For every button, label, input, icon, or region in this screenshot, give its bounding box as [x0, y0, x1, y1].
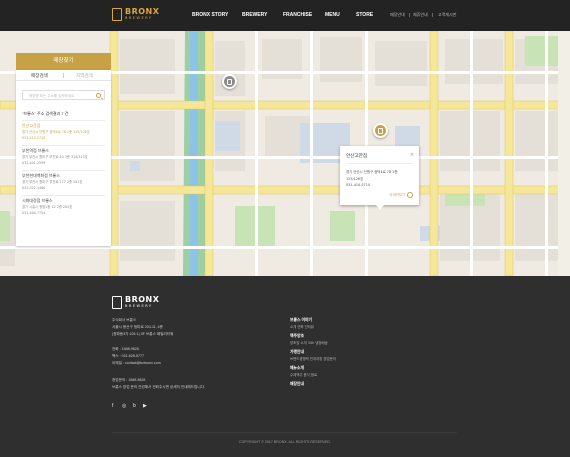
store-result-phone: 032-401-2599: [22, 161, 46, 166]
footer-logo-text: BRONX: [125, 295, 160, 305]
footer-menu-head[interactable]: 매장안내: [290, 382, 304, 387]
infowindow-more-link[interactable]: 자세히보기: [389, 192, 413, 198]
store-result-item[interactable]: 부천역점 브롱스 경기 부천시 원미구 부천로 40 3층 314/315호 0…: [22, 148, 106, 167]
tab-store-search[interactable]: 매장검색: [31, 73, 48, 79]
footer-address: 서울시 용산구 청파로 204-11, 4층: [112, 325, 163, 329]
footer-menu-sub[interactable]: 브랜드경쟁력 전개과정 창업문의: [290, 356, 336, 361]
store-result-phone: 031-404-7754: [22, 211, 46, 216]
footer-company: 주식회사 브롱스: [112, 318, 137, 322]
facebook-icon[interactable]: f: [112, 403, 113, 409]
logo-mark-icon: [112, 296, 122, 309]
infowindow-address: 경기 안산시 단원구 광덕4로 78 1층: [346, 170, 398, 174]
footer-menu-head[interactable]: 브롱스 이야기: [290, 318, 312, 323]
footer-address-2: (청파동3가 105-1) 5F 브롱스 패밀리타워: [112, 332, 174, 336]
store-result-phone: 031-414-5710: [22, 136, 46, 141]
result-divider: [22, 120, 105, 121]
search-tabs: 매장검색 지역검색: [16, 70, 111, 81]
panel-body: 매장검색 지역검색 매장명 또는 주소를 입력하세요 "브롱스" 주소 검색결과…: [16, 70, 111, 246]
store-marker-icon: [227, 78, 232, 85]
footer-logo[interactable]: BRONX BREWERY: [112, 296, 159, 309]
tab-region-search[interactable]: 지역검색: [76, 73, 93, 79]
search-icon[interactable]: [96, 93, 101, 98]
footer-email[interactable]: 이메일 : contact@bzbronx.com: [112, 361, 161, 366]
infowindow-more-label: 자세히보기: [389, 193, 405, 197]
infowindow-divider: [346, 163, 413, 164]
footer-tel: 전화 : 1588-9828: [112, 347, 139, 351]
util-divider: [409, 13, 410, 17]
utility-nav: 매장안내 제휴안내 고객게시판: [0, 12, 570, 20]
footer-menu-head[interactable]: 메뉴소개: [290, 366, 304, 371]
store-result-phone: 032-322-1460: [22, 186, 46, 191]
footer-fax: 팩스 : 031-628-5777: [112, 354, 144, 358]
instagram-icon[interactable]: ◎: [122, 403, 126, 409]
site-footer: BRONX BREWERY 주식회사 브롱스 서울시 용산구 청파로 204-1…: [0, 276, 570, 457]
result-divider: [22, 195, 105, 196]
util-store-info[interactable]: 매장안내: [390, 12, 405, 18]
footer-divider: [112, 432, 457, 433]
store-marker-active[interactable]: [373, 123, 388, 138]
blog-icon[interactable]: b: [133, 403, 136, 409]
footer-menu-sub[interactable]: 양조장 소개 34h 냉장배송: [290, 340, 328, 345]
store-marker[interactable]: [222, 74, 237, 89]
search-input[interactable]: 매장명 또는 주소를 입력하세요: [22, 90, 105, 100]
panel-title: 매장찾기: [16, 53, 111, 70]
result-divider: [22, 170, 105, 171]
arrow-right-icon: [407, 192, 413, 198]
footer-menu-sub[interactable]: 소개 연혁 인터뷰: [290, 324, 314, 329]
store-result-item[interactable]: 시화대정점 브롱스 경기 시흥시 정왕2동 12 2층 203호 031-404…: [22, 198, 106, 217]
store-result-item[interactable]: 안산고잔점 경기 안산시 단원구 광덕4로 78 1층 125/126호 031…: [22, 123, 106, 142]
infowindow-address-2: 125/126호: [346, 177, 364, 181]
store-search-panel: 매장찾기 매장검색 지역검색 매장명 또는 주소를 입력하세요 "브롱스" 주소…: [16, 53, 111, 246]
store-marker-icon: [378, 127, 383, 134]
result-count: "브롱스" 주소 검색결과 7 건: [22, 111, 69, 116]
tab-divider: [63, 73, 64, 78]
util-board[interactable]: 고객게시판: [438, 12, 456, 18]
store-result-item[interactable]: 부천현대백화점 브롱스 경기 부천시 원미구 부천로 177 2층 201호 0…: [22, 173, 106, 192]
result-divider: [22, 145, 105, 146]
search-placeholder: 매장명 또는 주소를 입력하세요: [29, 93, 75, 98]
infowindow-phone: 031-414-5710: [346, 183, 371, 187]
top-header: BRONX BREWERY BRONX STORY BREWERY FRANCH…: [0, 0, 570, 31]
copyright: COPYRIGHT © 2017 BRONX. ALL RIGHTS RESER…: [238, 440, 332, 444]
infowindow-close-icon[interactable]: ×: [410, 152, 414, 158]
store-infowindow: 안산고잔점 × 경기 안산시 단원구 광덕4로 78 1층 125/126호 0…: [340, 146, 419, 210]
util-partnership[interactable]: 제휴안내: [413, 12, 428, 18]
footer-menu-head[interactable]: 맥주양조: [290, 334, 304, 339]
footer-menu-head[interactable]: 가맹안내: [290, 350, 304, 355]
youtube-icon[interactable]: ▶: [143, 403, 147, 409]
footer-consult-desc: 브롱스 창업 문의 관련해서 전화주시면 상세히 안내해드립니다.: [112, 385, 205, 389]
infowindow-title: 안산고잔점: [346, 153, 368, 158]
footer-consult: 창업문의 : 1588-9828: [112, 378, 146, 382]
util-divider: [432, 13, 433, 17]
footer-menu-sub[interactable]: 수제맥주 음식 음료: [290, 372, 317, 377]
footer-logo-subtext: BREWERY: [125, 304, 153, 309]
